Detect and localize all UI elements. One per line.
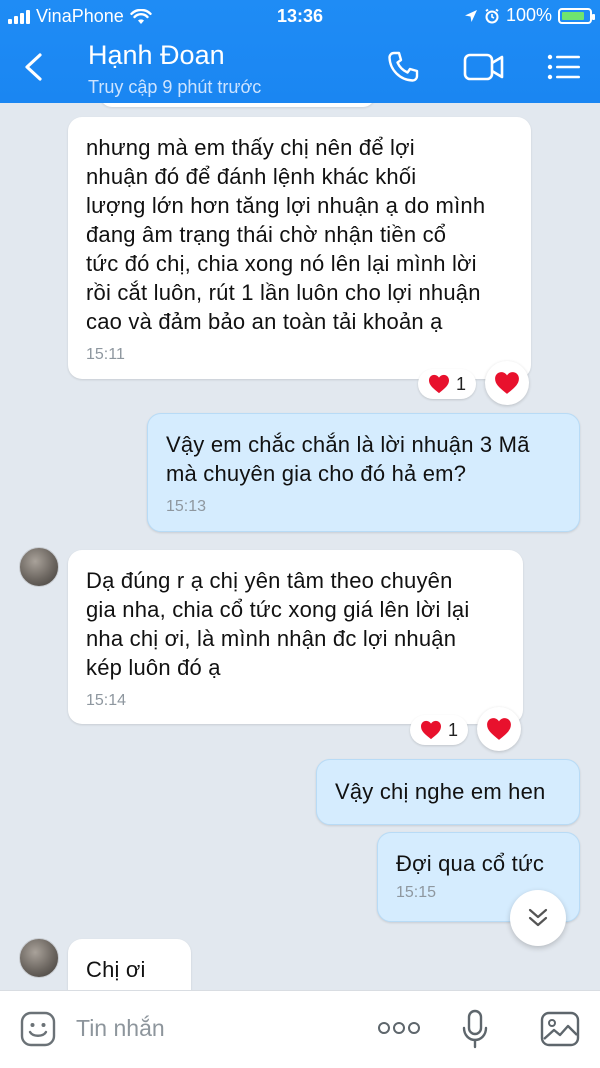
avatar[interactable]: [19, 547, 59, 587]
microphone-icon[interactable]: [462, 1009, 488, 1049]
phone-icon[interactable]: [386, 50, 420, 84]
message-time: 15:14: [86, 692, 127, 709]
reaction-count: 1: [456, 373, 467, 394]
reaction-summary[interactable]: 1: [418, 369, 477, 399]
message-text: Chị ơi: [86, 957, 146, 982]
battery-percent: 100%: [505, 5, 552, 25]
emoji-icon[interactable]: [20, 1011, 56, 1047]
heart-icon: [429, 374, 449, 394]
status-bar: VinaPhone 13:36 100%: [0, 0, 600, 34]
message-time: 15:11: [86, 346, 125, 363]
double-chevron-down-icon: [528, 908, 548, 927]
message-list[interactable]: nhưng mà em thấy chị nên để lợi nhuận đó…: [0, 103, 600, 990]
last-seen-status: Truy cập 9 phút trước: [88, 77, 262, 97]
location-icon: [464, 9, 477, 22]
previous-message-edge: [100, 103, 375, 107]
message-input[interactable]: Tin nhắn: [76, 1015, 165, 1042]
message-text: Vậy chị nghe em hen: [335, 779, 546, 804]
outgoing-message[interactable]: Vậy em chắc chắn là lời nhuận 3 Mã mà ch…: [147, 413, 580, 532]
battery-icon: [558, 7, 595, 24]
outgoing-message[interactable]: Vậy chị nghe em hen: [316, 759, 580, 825]
incoming-message[interactable]: Dạ đúng r ạ chị yên tâm theo chuyên gia …: [68, 550, 523, 724]
reaction-summary[interactable]: 1: [410, 715, 469, 745]
message-text: Dạ đúng r ạ chị yên tâm theo chuyên gia …: [86, 568, 470, 680]
video-icon[interactable]: [463, 50, 505, 84]
alarm-icon: [485, 8, 499, 23]
scroll-to-bottom-button[interactable]: [510, 890, 566, 946]
message-text: Vậy em chắc chắn là lời nhuận 3 Mã mà ch…: [166, 432, 530, 486]
reaction-count: 1: [448, 719, 459, 740]
chat-header: VinaPhone 13:36 100% Hạnh Đoan Truy cập …: [0, 0, 600, 103]
more-icon[interactable]: [377, 1021, 421, 1035]
incoming-message[interactable]: nhưng mà em thấy chị nên để lợi nhuận đó…: [68, 117, 531, 379]
avatar[interactable]: [19, 938, 59, 978]
message-input-bar: Tin nhắn: [0, 990, 600, 1068]
menu-icon[interactable]: [547, 50, 581, 84]
back-icon[interactable]: [20, 52, 48, 82]
heart-icon: [487, 718, 511, 740]
react-button[interactable]: [485, 361, 529, 405]
message-text: nhưng mà em thấy chị nên để lợi nhuận đó…: [86, 135, 486, 334]
incoming-message[interactable]: Chị ơi: [68, 939, 191, 990]
contact-name[interactable]: Hạnh Đoan: [88, 40, 225, 71]
react-button[interactable]: [477, 707, 521, 751]
message-time: 15:13: [166, 498, 207, 515]
heart-icon: [421, 720, 441, 740]
heart-icon: [495, 372, 519, 394]
status-right: 100%: [464, 5, 595, 26]
message-text: Đợi qua cổ tức: [396, 851, 545, 876]
image-icon[interactable]: [540, 1011, 580, 1047]
